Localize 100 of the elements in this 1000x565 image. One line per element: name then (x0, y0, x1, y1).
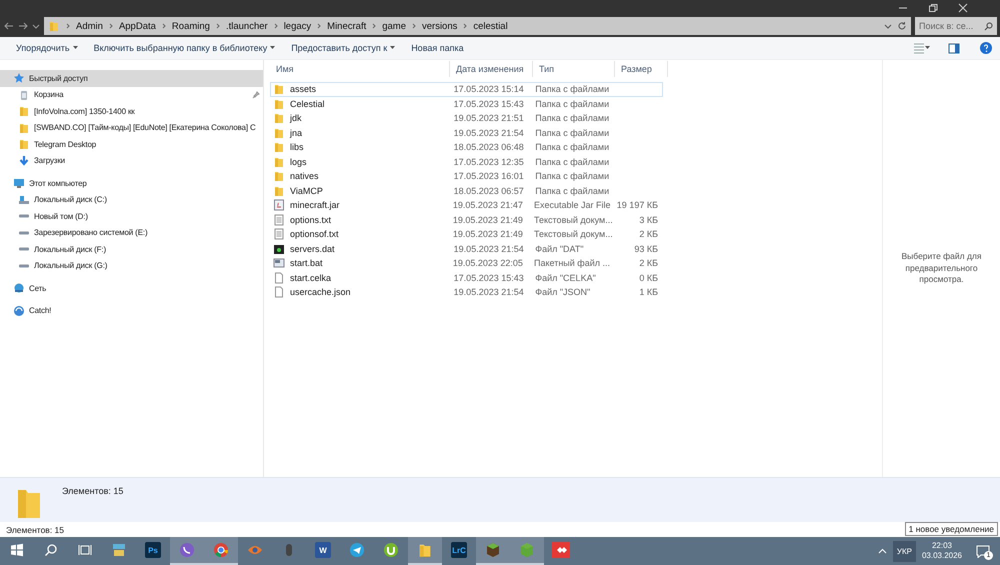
status-text: Элементов: 15 (6, 524, 64, 534)
nav-item[interactable]: Telegram Desktop (0, 136, 263, 152)
file-icon (273, 272, 285, 284)
type-cell: Папка с файлами (535, 113, 610, 124)
file-name: options.txt (290, 214, 332, 225)
preview-message: Выберите файл для предварительного просмотра. (900, 251, 982, 286)
column-header[interactable]: Тип (533, 61, 615, 77)
breadcrumb[interactable]: .tlauncher (226, 20, 268, 32)
network-icon (13, 282, 25, 294)
nav-item[interactable]: Загрузки (0, 152, 263, 169)
item-count: Элементов: 15 (62, 486, 124, 496)
clock[interactable]: 22:03 03.03.2026 (922, 541, 962, 561)
app-icon: Ps (145, 542, 161, 558)
nav-item[interactable]: Локальный диск (G:) (0, 258, 263, 274)
caret-icon (72, 46, 78, 50)
toolbar-button[interactable]: Новая папка (403, 38, 472, 58)
file-row[interactable]: start.bat 19.05.2023 22:05 Пакетный файл ... 2 КБ (270, 256, 663, 270)
nav-item[interactable]: Catch! (0, 302, 263, 319)
toolbar-button[interactable]: Предоставить доступ к (283, 38, 404, 58)
toolbar-button[interactable]: Упорядочить (8, 38, 86, 58)
file-row[interactable]: usercache.json 19.05.2023 21:54 Файл "JSON" 1 КБ (270, 285, 663, 300)
file-name: libs (290, 142, 304, 152)
file-row[interactable]: servers.dat 19.05.2023 21:54 Файл "DAT" 93 КБ (270, 242, 663, 256)
folder-icon (18, 138, 30, 150)
taskbar-button[interactable]: Ps (136, 537, 170, 565)
breadcrumb[interactable]: Minecraft (327, 20, 366, 32)
breadcrumb[interactable]: versions (422, 20, 458, 32)
breadcrumb[interactable]: Admin (76, 20, 103, 32)
type-cell: Executable Jar File (534, 200, 611, 210)
chevron-right-icon (316, 22, 322, 30)
file-row[interactable]: jdk 19.05.2023 21:51 Папка с файлами (270, 111, 663, 126)
text-file-icon (273, 214, 285, 226)
text-file-icon (273, 228, 285, 240)
batch-file-icon (273, 257, 285, 270)
file-row[interactable]: jna 19.05.2023 21:54 Папка с файлами (270, 126, 663, 140)
nav-item[interactable]: Корзина (0, 86, 263, 103)
size-cell: 0 КБ (639, 272, 658, 283)
refresh-icon (897, 21, 907, 31)
file-name: logs (290, 156, 307, 167)
breadcrumb[interactable]: game (382, 20, 406, 32)
column-header[interactable]: Дата изменения (450, 61, 533, 77)
file-name: servers.dat (290, 244, 335, 254)
nav-item[interactable]: Новый том (D:) (0, 208, 263, 224)
size-cell: 93 КБ (634, 244, 658, 254)
folder-icon (417, 542, 433, 558)
breadcrumb[interactable]: Roaming (172, 20, 210, 32)
type-cell: Файл "JSON" (535, 287, 590, 298)
nav-item[interactable]: Быстрый доступ (0, 70, 263, 86)
tooltip: 1 новое уведомление (904, 522, 998, 536)
forward-arrow-icon (18, 21, 28, 31)
toolbar-button[interactable]: Включить выбранную папку в библиотеку (86, 38, 284, 58)
type-cell: Текстовый докум... (534, 214, 613, 225)
nav-item[interactable]: Этот компьютер (0, 175, 263, 192)
folder-icon (18, 122, 30, 134)
file-row[interactable]: assets 17.05.2023 15:14 Папка с файлами (270, 82, 663, 96)
file-row[interactable]: optionsof.txt 19.05.2023 21:49 Текстовый докум... 2 КБ (270, 227, 663, 242)
taskbar-button[interactable] (170, 537, 204, 565)
column-header[interactable]: Размер (615, 61, 668, 77)
search-icon (44, 543, 58, 557)
file-row[interactable]: libs 18.05.2023 06:48 Папка с файлами (270, 140, 663, 154)
file-name: jdk (290, 113, 302, 124)
file-row[interactable]: ViaMCP 18.05.2023 06:57 Папка с файлами (270, 184, 663, 198)
file-row[interactable]: logs 17.05.2023 12:35 Папка с файлами (270, 154, 663, 169)
nav-item[interactable]: [InfoVolna.com] 1350-1400 кк (0, 103, 263, 120)
search-field[interactable]: Поиск в: се... (915, 17, 997, 35)
nav-item[interactable]: [SWBAND.CO] [Тайм-коды] [EduNote] [Екатерина Соколова] C (0, 120, 263, 136)
taskbar-button[interactable] (476, 537, 510, 565)
file-row[interactable]: Celestial 17.05.2023 15:43 Папка с файлами (270, 96, 663, 111)
file-name: start.bat (290, 258, 323, 268)
chevron-right-icon (160, 22, 167, 30)
nav-item[interactable]: Локальный диск (F:) (0, 241, 263, 258)
chevron-right-icon (108, 22, 114, 30)
address-bar[interactable]: Admin AppData Roaming .tlauncher legacy Minecraft game versions celestial (44, 17, 911, 35)
windows-icon (10, 543, 24, 557)
chevron-right-icon (272, 22, 279, 30)
date-cell: 19.05.2023 22:05 (452, 258, 523, 268)
file-row[interactable]: options.txt 19.05.2023 21:49 Текстовый докум... 3 КБ (270, 212, 663, 227)
nav-item[interactable]: Сеть (0, 280, 263, 296)
column-header[interactable]: Имя (270, 61, 450, 77)
nav-item[interactable]: Локальный диск (C:) (0, 192, 263, 208)
date-cell: 19.05.2023 21:47 (452, 200, 523, 210)
taskbar-button[interactable]: W (306, 537, 340, 565)
language-indicator[interactable]: УКР (892, 540, 916, 562)
caret-icon (270, 46, 276, 50)
date-cell: 19.05.2023 21:49 (452, 229, 523, 240)
file-row[interactable]: minecraft.jar 19.05.2023 21:47 Executable Jar File 19 197 КБ (270, 198, 663, 212)
view-options-icon (913, 42, 925, 54)
file-row[interactable]: start.celka 17.05.2023 15:43 Файл "CELKA" 0 КБ (270, 270, 663, 285)
notification-icon (976, 544, 990, 558)
file-row[interactable]: natives 17.05.2023 16:01 Папка с файлами (270, 169, 663, 184)
breadcrumb[interactable]: legacy (284, 20, 312, 32)
chevron-down-icon (32, 22, 40, 30)
breadcrumb[interactable]: AppData (118, 20, 156, 32)
taskbar-button[interactable] (204, 537, 238, 565)
file-name: assets (290, 84, 316, 94)
task-view-icon (78, 543, 92, 557)
taskbar-button[interactable]: LrC (442, 537, 476, 565)
breadcrumb[interactable]: celestial (473, 20, 508, 32)
nav-item[interactable]: Зарезервировано системой (E:) (0, 224, 263, 241)
search-icon (984, 22, 993, 30)
